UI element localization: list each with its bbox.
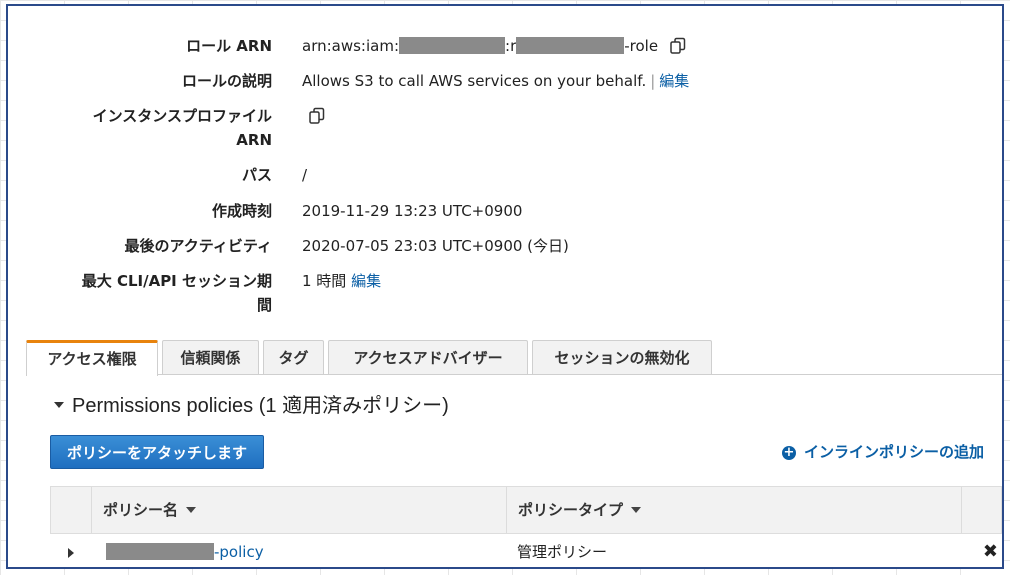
table-header: ポリシー名 ポリシータイプ [50, 486, 1002, 534]
plus-circle-icon: + [781, 445, 796, 460]
edit-description-link[interactable]: 編集 [659, 72, 689, 90]
max-session-duration: 1 時間 [302, 272, 347, 290]
remove-policy-icon[interactable]: ✖ [983, 540, 998, 564]
path-label: パス [241, 166, 272, 184]
attach-policies-button[interactable]: ポリシーをアタッチします [50, 435, 265, 469]
copy-icon[interactable] [308, 107, 326, 125]
column-header-label: ポリシータイプ [518, 501, 624, 519]
expand-row-icon[interactable] [68, 548, 74, 558]
add-inline-policy-label: インラインポリシーの追加 [803, 443, 984, 461]
created-value: 2019-11-29 13:23 UTC+0900 [302, 202, 523, 220]
role-arn-suffix: -role [624, 37, 659, 55]
instance-profile-label-line1: インスタンスプロファイル [92, 107, 272, 125]
tab-revoke-sessions[interactable]: セッションの無効化 [532, 340, 712, 374]
last-activity-value: 2020-07-05 23:03 UTC+0900 (今日) [302, 237, 569, 255]
iam-role-panel: ロール ARN arn:aws:iam: :r -role ロールの説明 Allow… [6, 4, 1004, 569]
max-session-label-line1: 最大 CLI/API セッション期 [81, 272, 272, 290]
instance-profile-label-line2: ARN [236, 131, 272, 149]
column-divider [961, 487, 962, 533]
sort-caret-icon [631, 507, 642, 513]
created-label: 作成時刻 [211, 202, 272, 220]
policy-name-link[interactable]: -policy [214, 543, 264, 561]
tab-access-advisor[interactable]: アクセスアドバイザー [328, 340, 528, 374]
permissions-policies-header[interactable]: Permissions policies (1 適用済みポリシー) [54, 392, 449, 420]
max-session-label-line2: 間 [256, 296, 272, 314]
tab-permissions[interactable]: アクセス権限 [26, 340, 158, 376]
role-arn-value: arn:aws:iam: :r -role [302, 34, 687, 58]
table-row: -policy 管理ポリシー ✖ [50, 534, 1002, 567]
sort-caret-icon [186, 507, 197, 513]
permissions-title: Permissions policies (1 適用済みポリシー) [72, 395, 449, 417]
last-activity-label: 最後のアクティビティ [124, 237, 272, 255]
column-divider [91, 487, 92, 533]
column-header-label: ポリシー名 [103, 501, 179, 519]
max-session-value: 1 時間 編集 [302, 269, 381, 293]
role-arn-mid: :r [505, 37, 517, 55]
column-header-policy-name[interactable]: ポリシー名 [103, 487, 197, 533]
redacted-policy-name [106, 543, 214, 560]
redacted-account [399, 37, 506, 54]
policy-name-cell[interactable]: -policy [106, 540, 264, 564]
tab-tags[interactable]: タグ [263, 340, 324, 374]
separator: | [650, 72, 656, 90]
copy-icon[interactable] [669, 37, 687, 55]
column-divider [506, 487, 507, 533]
tab-trust-relationships[interactable]: 信頼関係 [162, 340, 259, 374]
instance-profile-value [302, 104, 326, 128]
collapse-caret-icon[interactable] [54, 402, 64, 408]
policy-type-cell: 管理ポリシー [517, 543, 608, 561]
role-arn-label: ロール ARN [186, 37, 272, 55]
tab-bar: アクセス権限 信頼関係 タグ アクセスアドバイザー セッションの無効化 [26, 340, 1002, 376]
role-description-text: Allows S3 to call AWS services on your b… [302, 72, 647, 90]
add-inline-policy-link[interactable]: + インラインポリシーの追加 [781, 440, 984, 464]
redacted-role-name [516, 37, 625, 54]
path-value: / [302, 166, 308, 184]
role-description-value: Allows S3 to call AWS services on your b… [302, 69, 689, 93]
edit-max-session-link[interactable]: 編集 [351, 272, 381, 290]
column-header-policy-type[interactable]: ポリシータイプ [518, 487, 642, 533]
role-arn-prefix: arn:aws:iam: [302, 37, 400, 55]
role-description-label: ロールの説明 [181, 72, 272, 90]
